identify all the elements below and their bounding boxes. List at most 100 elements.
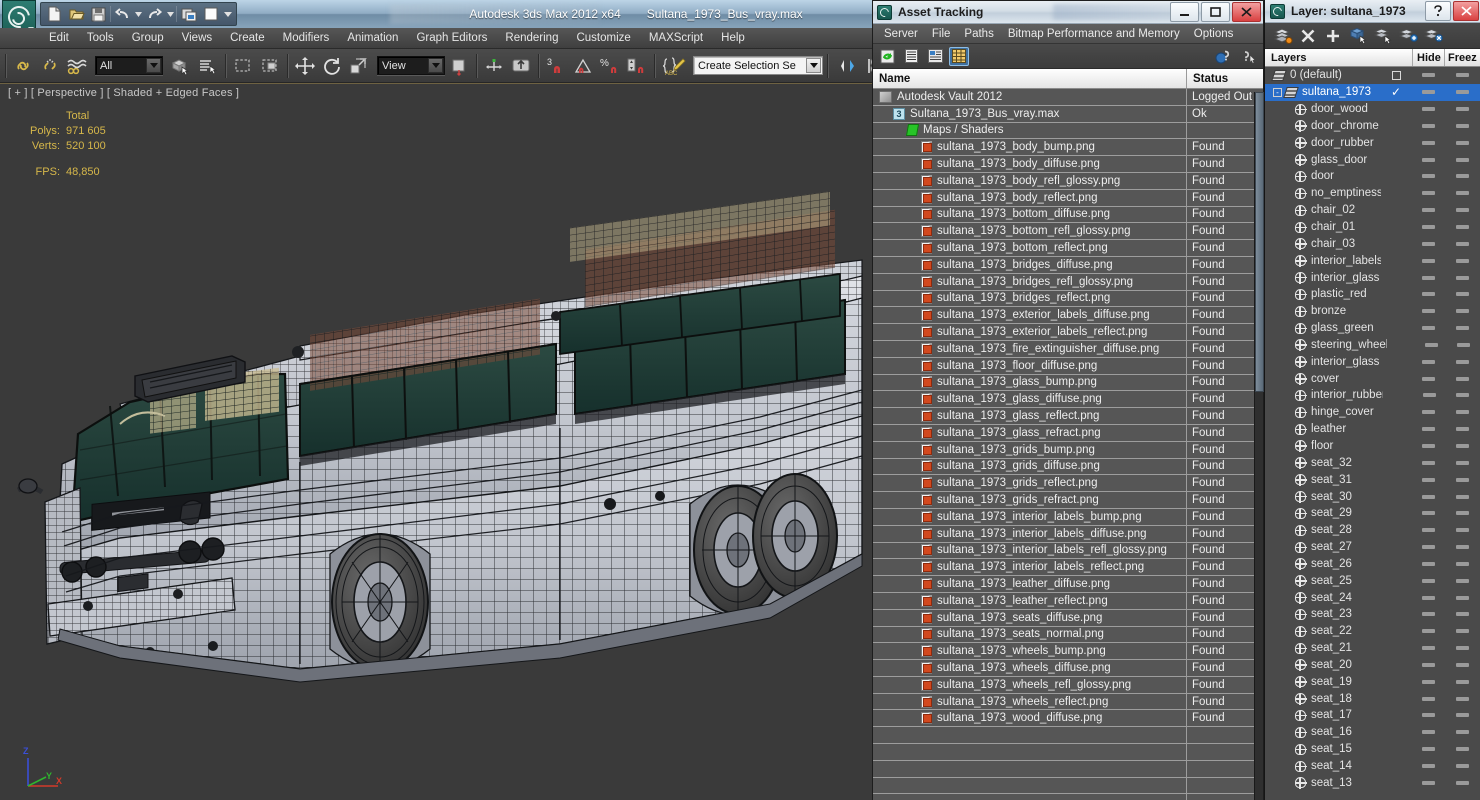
layer-hide-cell[interactable]	[1412, 561, 1444, 566]
layer-row[interactable]: seat_13	[1265, 774, 1480, 791]
window-crossing-icon[interactable]	[257, 52, 283, 80]
layer-freeze-cell[interactable]	[1444, 780, 1480, 785]
layer-row[interactable]: seat_16	[1265, 724, 1480, 741]
layer-row[interactable]: seat_24	[1265, 589, 1480, 606]
layer-freeze-cell[interactable]	[1444, 376, 1480, 381]
menu-item-create[interactable]: Create	[221, 28, 274, 49]
asset-row[interactable]: sultana_1973_seats_normal.png Found	[873, 626, 1263, 644]
help-icon[interactable]	[1213, 47, 1233, 66]
layer-freeze-cell[interactable]	[1444, 208, 1480, 213]
layer-hide-cell[interactable]	[1412, 90, 1444, 95]
save-file-icon[interactable]	[88, 4, 109, 24]
redo-dropdown-icon[interactable]	[166, 4, 175, 24]
asset-row[interactable]: sultana_1973_interior_labels_refl_glossy…	[873, 542, 1263, 560]
layer-hide-cell[interactable]	[1412, 545, 1444, 550]
layer-freeze-cell[interactable]	[1444, 730, 1480, 735]
asset-row[interactable]: sultana_1973_grids_reflect.png Found	[873, 475, 1263, 493]
layer-hide-cell[interactable]	[1412, 730, 1444, 735]
layer-hide-cell[interactable]	[1414, 393, 1445, 398]
asset-row[interactable]: sultana_1973_seats_diffuse.png Found	[873, 609, 1263, 627]
layer-hide-cell[interactable]	[1412, 713, 1444, 718]
asset-row[interactable]: sultana_1973_glass_reflect.png Found	[873, 408, 1263, 425]
asset-list-scrollbar[interactable]	[1254, 92, 1264, 800]
select-and-manipulate-icon[interactable]	[481, 52, 507, 80]
new-file-icon[interactable]	[44, 4, 65, 24]
asset-row[interactable]: sultana_1973_body_refl_glossy.png Found	[873, 172, 1263, 190]
asset-row[interactable]: sultana_1973_wood_diffuse.png Found	[873, 710, 1263, 728]
layer-hide-cell[interactable]	[1412, 326, 1444, 331]
layer-hide-cell[interactable]	[1412, 780, 1444, 785]
layer-freeze-cell[interactable]	[1444, 174, 1480, 179]
percent-snap-toggle-icon[interactable]: %	[597, 52, 623, 80]
at-menu-options[interactable]: Options	[1187, 24, 1241, 44]
layer-hide-cell[interactable]	[1412, 747, 1444, 752]
layer-freeze-cell[interactable]	[1444, 359, 1480, 364]
minimize-button[interactable]	[1170, 2, 1199, 22]
layer-hide-cell[interactable]	[1412, 174, 1444, 179]
layer-hide-cell[interactable]	[1412, 595, 1444, 600]
layer-row[interactable]: seat_32	[1265, 454, 1480, 471]
select-object-icon[interactable]	[168, 52, 194, 80]
render-frame-icon[interactable]	[200, 4, 221, 24]
layer-row[interactable]: cover	[1265, 370, 1480, 387]
select-and-link-icon[interactable]	[10, 52, 36, 80]
asset-row[interactable]: sultana_1973_bottom_diffuse.png Found	[873, 206, 1263, 224]
open-file-icon[interactable]	[66, 4, 87, 24]
at-menu-file[interactable]: File	[925, 24, 958, 44]
close-button[interactable]	[1232, 2, 1261, 22]
list-view-icon[interactable]	[901, 47, 921, 66]
layer-freeze-cell[interactable]	[1444, 292, 1480, 297]
asset-row[interactable]: sultana_1973_glass_bump.png Found	[873, 374, 1263, 392]
layer-row[interactable]: seat_29	[1265, 505, 1480, 522]
menu-item-rendering[interactable]: Rendering	[496, 28, 567, 49]
layer-freeze-cell[interactable]	[1444, 460, 1480, 465]
layer-freeze-cell[interactable]	[1444, 545, 1480, 550]
redo-icon[interactable]	[144, 4, 165, 24]
menu-item-tools[interactable]: Tools	[78, 28, 123, 49]
context-help-icon[interactable]	[1239, 47, 1259, 66]
grid-view-icon[interactable]	[949, 46, 969, 66]
layer-freeze-cell[interactable]	[1444, 427, 1480, 432]
menu-item-customize[interactable]: Customize	[567, 28, 639, 49]
layer-table-body[interactable]: 0 (default) - sultana_1973 ✓ door_wood door_c…	[1265, 67, 1480, 800]
asset-row[interactable]: sultana_1973_leather_diffuse.png Found	[873, 576, 1263, 593]
layer-row[interactable]: seat_30	[1265, 488, 1480, 505]
layer-row[interactable]: interior_labels	[1265, 252, 1480, 269]
menu-item-views[interactable]: Views	[173, 28, 221, 49]
mirror-icon[interactable]	[508, 52, 534, 80]
use-pivot-point-center-icon[interactable]	[446, 52, 472, 80]
layer-row[interactable]: plastic_red	[1265, 286, 1480, 303]
asset-row[interactable]: sultana_1973_floor_diffuse.png Found	[873, 357, 1263, 375]
layer-freeze-cell[interactable]	[1444, 443, 1480, 448]
layer-freeze-cell[interactable]	[1444, 73, 1480, 78]
layer-freeze-cell[interactable]	[1444, 241, 1480, 246]
layer-row[interactable]: interior_glass	[1265, 353, 1480, 370]
select-and-move-icon[interactable]	[292, 52, 318, 80]
asset-row[interactable]: Autodesk Vault 2012 Logged Out ...	[873, 89, 1263, 106]
layer-freeze-cell[interactable]	[1444, 679, 1480, 684]
spinner-snap-toggle-icon[interactable]	[624, 52, 650, 80]
at-menu-server[interactable]: Server	[877, 24, 925, 44]
highlight-selected-objects-icon[interactable]	[1373, 26, 1393, 46]
asset-row[interactable]: sultana_1973_body_diffuse.png Found	[873, 156, 1263, 173]
layer-freeze-cell[interactable]	[1444, 662, 1480, 667]
select-and-rotate-icon[interactable]	[319, 52, 345, 80]
layer-row[interactable]: seat_21	[1265, 640, 1480, 657]
add-to-new-layer-icon[interactable]	[1398, 26, 1418, 46]
layer-hide-cell[interactable]	[1412, 494, 1444, 499]
asset-row[interactable]: sultana_1973_wheels_reflect.png Found	[873, 693, 1263, 711]
layer-freeze-cell[interactable]	[1444, 561, 1480, 566]
bind-to-space-warp-icon[interactable]	[64, 52, 90, 80]
asset-row[interactable]: sultana_1973_grids_bump.png Found	[873, 441, 1263, 459]
layer-hide-cell[interactable]	[1412, 528, 1444, 533]
layer-freeze-cell[interactable]	[1444, 157, 1480, 162]
layer-freeze-cell[interactable]	[1444, 629, 1480, 634]
undo-icon[interactable]	[112, 4, 133, 24]
layer-row[interactable]: seat_23	[1265, 606, 1480, 623]
column-header-status[interactable]: Status	[1187, 69, 1263, 88]
application-button[interactable]	[2, 0, 36, 28]
layer-state-cell[interactable]: ✓	[1380, 86, 1412, 98]
asset-row[interactable]: sultana_1973_body_reflect.png Found	[873, 189, 1263, 207]
asset-row[interactable]: sultana_1973_bottom_refl_glossy.png Found	[873, 223, 1263, 241]
asset-row[interactable]: sultana_1973_interior_labels_bump.png Fou…	[873, 508, 1263, 526]
